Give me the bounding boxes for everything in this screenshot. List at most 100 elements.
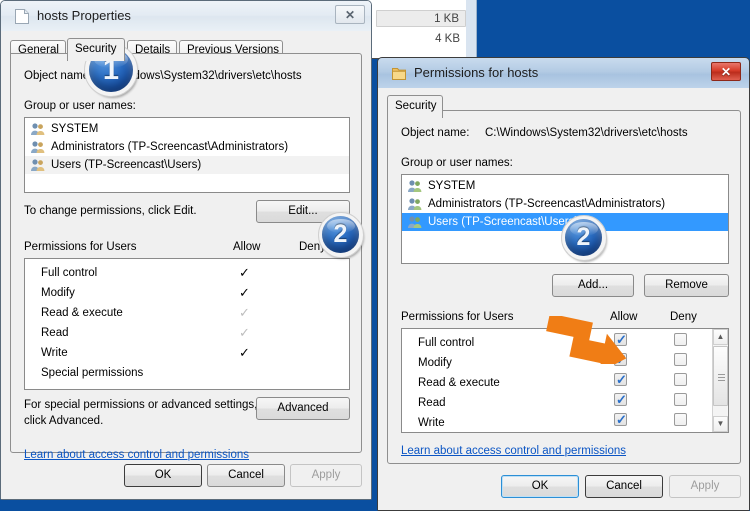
permission-name: Write — [418, 413, 445, 433]
callout-badge-2-left: 2 — [318, 212, 364, 258]
ok-button[interactable]: OK — [124, 464, 202, 487]
table-row[interactable]: Full control ✓ — [25, 263, 349, 283]
learn-about-access-control-link[interactable]: Learn about access control and permissio… — [401, 445, 626, 457]
permission-name: Read & execute — [418, 373, 500, 393]
group-or-user-names-label: Group or user names: — [401, 157, 513, 169]
explorer-file-size-1: 1 KB — [376, 10, 466, 27]
advanced-hint-line-1: For special permissions or advanced sett… — [24, 399, 257, 411]
callout-badge-2-right-number: 2 — [565, 219, 602, 256]
object-name-label: Object name: — [24, 70, 92, 82]
user-group-icon — [407, 179, 423, 193]
close-icon[interactable]: ✕ — [711, 62, 741, 81]
object-name-value: C:\Windows\System32\drivers\etc\hosts — [485, 127, 688, 139]
window-title: hosts Properties — [37, 8, 131, 23]
permission-name: Full control — [418, 333, 474, 353]
permissions-scrollbar[interactable]: ▲ ▼ — [712, 329, 728, 432]
permission-name: Modify — [41, 283, 75, 303]
title-bar[interactable]: Permissions for hosts ✕ — [378, 58, 749, 88]
window-title: Permissions for hosts — [414, 65, 538, 80]
add-button[interactable]: Add... — [552, 274, 634, 297]
explorer-file-size-2: 4 KB — [382, 31, 466, 47]
list-item[interactable]: Administrators (TP-Screencast\Administra… — [402, 195, 728, 213]
tab-security[interactable]: Security — [387, 95, 443, 118]
user-group-icon — [407, 215, 423, 229]
explorer-right-edge — [466, 0, 476, 57]
table-row[interactable]: Modify ✓ — [25, 283, 349, 303]
deny-checkbox[interactable] — [674, 373, 687, 386]
ok-button[interactable]: OK — [501, 475, 579, 498]
list-item[interactable]: Administrators (TP-Screencast\Administra… — [25, 138, 349, 156]
scroll-up-icon[interactable]: ▲ — [713, 329, 728, 345]
table-row[interactable]: Read & execute — [402, 373, 728, 393]
list-item-label: Administrators (TP-Screencast\Administra… — [51, 141, 288, 153]
advanced-hint-line-2: click Advanced. — [24, 415, 103, 427]
permissions-grid[interactable]: Full control ✓ Modify ✓ Read & execute ✓… — [24, 258, 350, 390]
permission-name: Read — [41, 323, 69, 343]
permission-name: Read — [418, 393, 446, 413]
user-group-icon — [30, 158, 46, 172]
user-group-icon — [30, 122, 46, 136]
folder-icon — [392, 66, 406, 81]
remove-button[interactable]: Remove — [644, 274, 729, 297]
dialog-body: General Security Details Previous Versio… — [1, 31, 371, 499]
group-or-user-names-label: Group or user names: — [24, 100, 136, 112]
list-item-label: Users (TP-Screencast\Users) — [51, 159, 201, 171]
scrollbar-thumb[interactable] — [713, 346, 728, 406]
learn-about-access-control-link[interactable]: Learn about access control and permissio… — [24, 449, 249, 461]
apply-button: Apply — [669, 475, 741, 498]
principal-list[interactable]: SYSTEM Administrators (TP-Screencast\Adm… — [24, 117, 350, 193]
permission-name: Write — [41, 343, 68, 363]
column-allow-label: Allow — [233, 241, 260, 253]
list-item[interactable]: SYSTEM — [402, 177, 728, 195]
file-icon — [15, 9, 29, 24]
table-row[interactable]: Special permissions — [25, 363, 349, 383]
list-item-label: SYSTEM — [51, 123, 98, 135]
allow-checkbox[interactable] — [614, 373, 627, 386]
permissions-header-label: Permissions for Users — [24, 241, 136, 253]
user-group-icon — [30, 140, 46, 154]
hosts-properties-dialog: hosts Properties ✕ General Security Deta… — [0, 0, 372, 500]
permissions-for-hosts-dialog: Permissions for hosts ✕ Security Object … — [377, 57, 750, 511]
allow-checkbox[interactable] — [614, 393, 627, 406]
allow-checkbox[interactable] — [614, 413, 627, 426]
list-item-selected[interactable]: Users (TP-Screencast\Users) — [25, 156, 349, 174]
user-group-icon — [407, 197, 423, 211]
callout-badge-2-left-number: 2 — [322, 216, 359, 253]
permission-name: Modify — [418, 353, 452, 373]
apply-button: Apply — [290, 464, 362, 487]
list-item-label: Administrators (TP-Screencast\Administra… — [428, 198, 665, 210]
column-deny-label: Deny — [670, 311, 697, 323]
allow-check-icon: ✓ — [239, 346, 250, 360]
security-tab-panel: Object name: C:\Windows\System32\drivers… — [387, 110, 741, 464]
cancel-button[interactable]: Cancel — [207, 464, 285, 487]
deny-checkbox[interactable] — [674, 393, 687, 406]
table-row[interactable]: Write — [402, 413, 728, 433]
table-row[interactable]: Write ✓ — [25, 343, 349, 363]
tab-security[interactable]: Security — [67, 38, 125, 61]
close-icon[interactable]: ✕ — [335, 5, 365, 24]
orange-pointer-arrow — [543, 316, 653, 364]
permission-name: Special permissions — [41, 363, 143, 383]
title-bar[interactable]: hosts Properties ✕ — [1, 1, 371, 31]
allow-check-icon: ✓ — [239, 286, 250, 300]
deny-checkbox[interactable] — [674, 353, 687, 366]
table-row[interactable]: Read & execute ✓ — [25, 303, 349, 323]
list-item-label: SYSTEM — [428, 180, 475, 192]
edit-hint-text: To change permissions, click Edit. — [24, 205, 197, 217]
callout-badge-2-right: 2 — [561, 215, 607, 261]
permission-name: Read & execute — [41, 303, 123, 323]
allow-check-inherited-icon: ✓ — [239, 306, 250, 320]
advanced-button[interactable]: Advanced — [256, 397, 350, 420]
table-row[interactable]: Read ✓ — [25, 323, 349, 343]
object-name-label: Object name: — [401, 127, 469, 139]
table-row[interactable]: Read — [402, 393, 728, 413]
security-tab-panel: Object name: C:\Windows\System32\drivers… — [10, 53, 362, 453]
allow-check-inherited-icon: ✓ — [239, 326, 250, 340]
permission-name: Full control — [41, 263, 97, 283]
deny-checkbox[interactable] — [674, 333, 687, 346]
list-item[interactable]: SYSTEM — [25, 120, 349, 138]
cancel-button[interactable]: Cancel — [585, 475, 663, 498]
deny-checkbox[interactable] — [674, 413, 687, 426]
scroll-down-icon[interactable]: ▼ — [713, 416, 728, 432]
allow-check-icon: ✓ — [239, 266, 250, 280]
